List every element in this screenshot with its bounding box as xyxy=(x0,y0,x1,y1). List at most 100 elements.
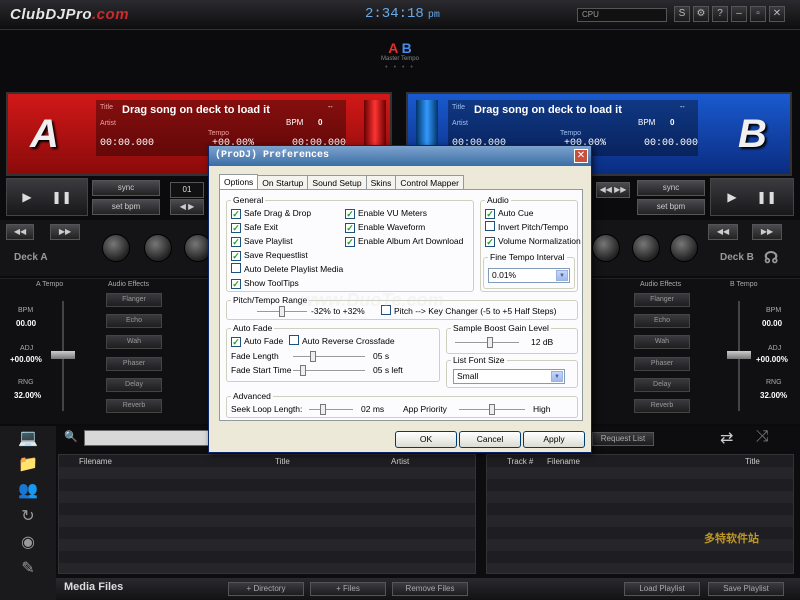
pitch-range-thumb[interactable] xyxy=(279,306,285,317)
deck-a-fx-echo[interactable]: Echo xyxy=(106,314,162,328)
help-button[interactable]: ? xyxy=(712,6,728,22)
dialog-close-icon[interactable]: ✕ xyxy=(574,149,588,163)
deck-b-forward-button[interactable]: ▶▶ xyxy=(752,224,782,240)
list-font-group: List Font Size Small ▼ xyxy=(446,355,578,388)
show-tooltips-checkbox[interactable]: ✓ Show ToolTips xyxy=(231,277,299,289)
deck-a-loop-counter[interactable]: 01 xyxy=(170,182,204,198)
edit-icon[interactable]: ✎ xyxy=(0,556,56,582)
folder-icon[interactable]: 📁 xyxy=(0,452,56,478)
deck-a-fx-reverb[interactable]: Reverb xyxy=(106,399,162,413)
users-icon[interactable]: 👥 xyxy=(0,478,56,504)
skin-button[interactable]: S xyxy=(674,6,690,22)
add-directory-button[interactable]: + Directory xyxy=(228,582,304,596)
save-playlist-checkbox[interactable]: ✓ Save Playlist xyxy=(231,235,293,247)
deck-a-bpm-value: 00.00 xyxy=(16,319,37,328)
tab-sound-setup[interactable]: Sound Setup xyxy=(307,175,367,190)
list-font-select[interactable]: Small ▼ xyxy=(453,369,565,384)
deck-b-setbpm-button[interactable]: set bpm xyxy=(637,199,705,215)
deck-b-fx-flanger[interactable]: Flanger xyxy=(634,293,690,307)
apply-button[interactable]: Apply xyxy=(523,431,585,448)
sample-boost-thumb[interactable] xyxy=(487,337,493,348)
volume-normalization-checkbox[interactable]: ✓ Volume Normalization xyxy=(485,235,581,247)
deck-a-tempo-fader[interactable] xyxy=(51,351,75,359)
deck-a-loop-arrows[interactable]: ◀ ▶ xyxy=(170,199,204,215)
master-tempo[interactable]: A B Master Tempo • • • • xyxy=(370,40,430,71)
maximize-button[interactable]: ▫ xyxy=(750,6,766,22)
fade-length-slider[interactable] xyxy=(293,351,365,362)
seek-loop-thumb[interactable] xyxy=(320,404,326,415)
save-requestlist-checkbox[interactable]: ✓ Save Requestlist xyxy=(231,249,308,261)
tab-control-mapper[interactable]: Control Mapper xyxy=(395,175,464,190)
auto-cue-checkbox[interactable]: ✓ Auto Cue xyxy=(485,207,533,219)
close-button[interactable]: ✕ xyxy=(769,6,785,22)
deck-a-gain-knob[interactable] xyxy=(102,234,130,262)
deck-a-fx-flanger[interactable]: Flanger xyxy=(106,293,162,307)
swap-icon[interactable]: ⇄ xyxy=(720,428,733,448)
deck-b-fx-wah[interactable]: Wah xyxy=(634,335,690,349)
media-file-list[interactable]: Filename Title Artist xyxy=(58,454,476,574)
deck-a-forward-button[interactable]: ▶▶ xyxy=(50,224,80,240)
save-playlist-button[interactable]: Save Playlist xyxy=(708,582,784,596)
enable-vu-meters-checkbox[interactable]: ✓ Enable VU Meters xyxy=(345,207,427,219)
fine-tempo-select[interactable]: 0.01% ▼ xyxy=(488,268,570,283)
auto-fade-checkbox[interactable]: ✓ Auto Fade xyxy=(231,335,283,347)
minimize-button[interactable]: – xyxy=(731,6,747,22)
history-icon[interactable]: ↻ xyxy=(0,504,56,530)
deck-b-rewind-button[interactable]: ◀◀ xyxy=(708,224,738,240)
safe-drag-drop-checkbox[interactable]: ✓ Safe Drag & Drop xyxy=(231,207,311,219)
pitch-range-slider[interactable] xyxy=(257,306,307,317)
auto-reverse-crossfade-checkbox[interactable]: Auto Reverse Crossfade xyxy=(289,335,395,347)
safe-exit-checkbox[interactable]: ✓ Safe Exit xyxy=(231,221,278,233)
enable-album-art-checkbox[interactable]: ✓ Enable Album Art Download xyxy=(345,235,463,247)
deck-b-play-button[interactable]: ▶ ❚❚ xyxy=(710,178,794,216)
deck-a-eq-high-knob[interactable] xyxy=(144,234,172,262)
deck-a-setbpm-button[interactable]: set bpm xyxy=(92,199,160,215)
auto-fade-group: Auto Fade ✓ Auto Fade Auto Reverse Crossf… xyxy=(226,323,440,382)
deck-b-eq-mid-knob[interactable] xyxy=(592,234,620,262)
fade-start-slider[interactable] xyxy=(293,365,365,376)
app-priority-thumb[interactable] xyxy=(489,404,495,415)
deck-a-fx-wah[interactable]: Wah xyxy=(106,335,162,349)
deck-b-fx-reverb[interactable]: Reverb xyxy=(634,399,690,413)
tab-skins[interactable]: Skins xyxy=(365,175,397,190)
deck-a-song: Drag song on deck to load it xyxy=(122,104,270,116)
app-priority-slider[interactable] xyxy=(459,404,525,415)
ok-button[interactable]: OK xyxy=(395,431,457,448)
add-files-button[interactable]: + Files xyxy=(310,582,386,596)
deck-a-fx-phaser[interactable]: Phaser xyxy=(106,357,162,371)
deck-a-sync-button[interactable]: sync xyxy=(92,180,160,196)
app-priority-value: High xyxy=(533,404,551,414)
computer-icon[interactable]: 💻 xyxy=(0,426,56,452)
tab-on-startup[interactable]: On Startup xyxy=(257,175,309,190)
request-list-button[interactable]: Request List xyxy=(592,432,654,446)
rss-icon[interactable]: ◉ xyxy=(0,530,56,556)
deck-a-rewind-button[interactable]: ◀◀ xyxy=(6,224,34,240)
deck-b-eq-high-knob[interactable] xyxy=(632,234,660,262)
deck-b-loop-arrows[interactable]: ◀◀ ▶▶ xyxy=(596,182,630,198)
deck-a-play-button[interactable]: ▶ ❚❚ xyxy=(6,178,88,216)
auto-delete-playlist-checkbox[interactable]: Auto Delete Playlist Media xyxy=(231,263,343,275)
tab-options[interactable]: Options xyxy=(219,174,259,190)
headphones-icon[interactable]: ☊ xyxy=(764,248,778,268)
settings-gear-icon[interactable]: ⚙ xyxy=(693,6,709,22)
deck-b-tempo-fader[interactable] xyxy=(727,351,751,359)
cancel-button[interactable]: Cancel xyxy=(459,431,521,448)
deck-b-fx-phaser[interactable]: Phaser xyxy=(634,357,690,371)
remove-files-button[interactable]: Remove Files xyxy=(392,582,468,596)
invert-pitch-checkbox[interactable]: Invert Pitch/Tempo xyxy=(485,221,568,233)
deck-b-fx-delay[interactable]: Delay xyxy=(634,378,690,392)
seek-loop-slider[interactable] xyxy=(309,404,353,415)
shuffle-icon[interactable]: ⤨ xyxy=(756,428,769,446)
deck-b-sync-button[interactable]: sync xyxy=(637,180,705,196)
enable-waveform-checkbox[interactable]: ✓ Enable Waveform xyxy=(345,221,425,233)
load-playlist-button[interactable]: Load Playlist xyxy=(624,582,700,596)
deck-b-eq-row: ◀◀ ▶▶ Deck B ☊ xyxy=(592,220,800,276)
deck-b-bpm-value: 00.00 xyxy=(762,319,783,328)
deck-a-fx-delay[interactable]: Delay xyxy=(106,378,162,392)
playlist[interactable]: Track # Filename Title xyxy=(486,454,794,574)
fade-length-thumb[interactable] xyxy=(310,351,316,362)
sample-boost-slider[interactable] xyxy=(455,337,519,348)
deck-b-fx-echo[interactable]: Echo xyxy=(634,314,690,328)
fade-start-thumb[interactable] xyxy=(300,365,306,376)
deck-b-gain-knob[interactable] xyxy=(670,234,698,262)
